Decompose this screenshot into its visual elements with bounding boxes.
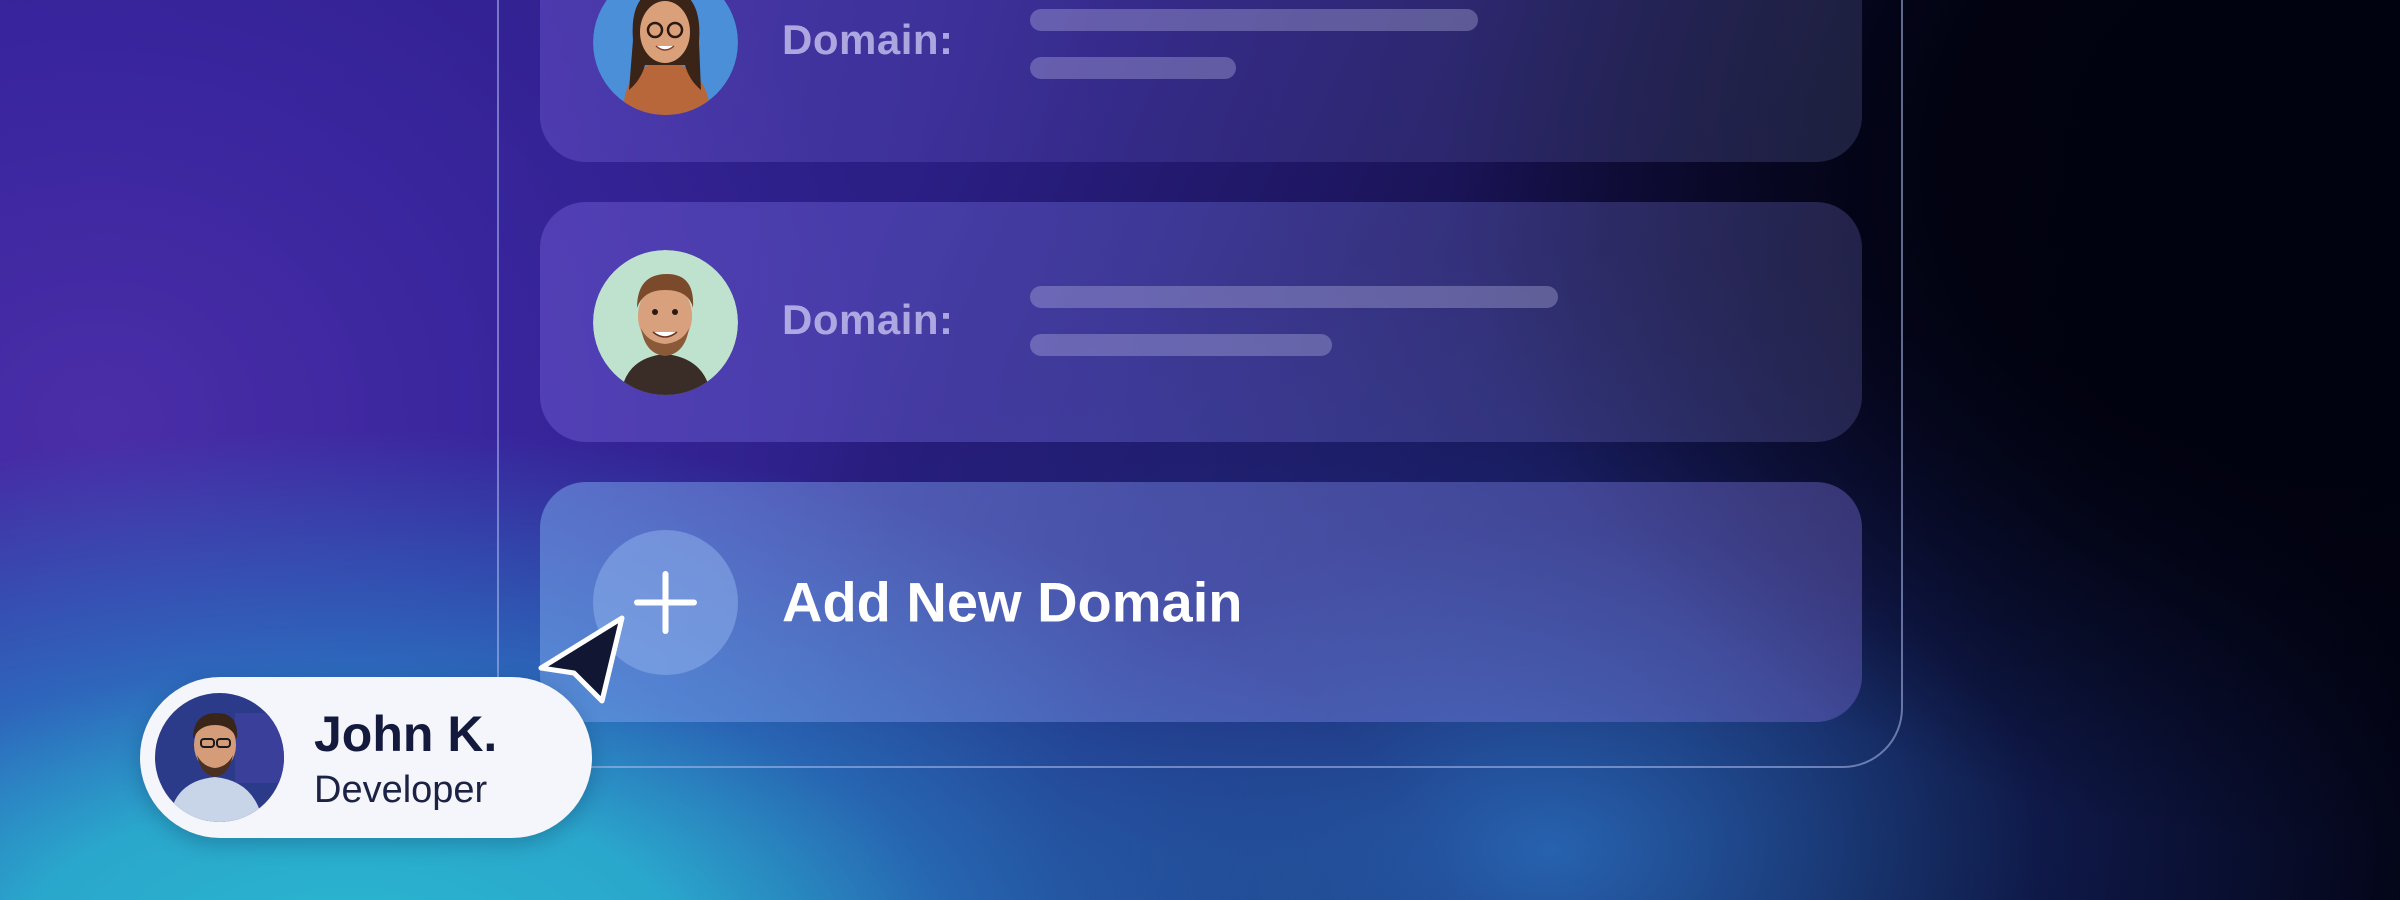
user-role: Developer <box>314 769 488 811</box>
domain-subvalue-placeholder <box>1030 334 1332 356</box>
user-chip: John K. Developer <box>140 677 592 838</box>
domain-subvalue-placeholder <box>1030 57 1236 79</box>
user-name: John K. <box>314 706 498 762</box>
domain-label: Domain: <box>782 16 954 63</box>
domain-value-placeholder <box>1030 286 1558 308</box>
developer-avatar <box>155 693 284 822</box>
add-new-domain-label: Add New Domain <box>782 570 1243 634</box>
man-avatar <box>593 250 738 395</box>
domain-card[interactable]: Domain: <box>540 0 1862 162</box>
domain-label: Domain: <box>782 296 954 343</box>
woman-avatar <box>593 0 738 115</box>
domain-value-placeholder <box>1030 9 1478 31</box>
domain-card[interactable]: Domain: <box>540 202 1862 442</box>
add-new-domain-button[interactable]: Add New Domain <box>540 482 1862 722</box>
